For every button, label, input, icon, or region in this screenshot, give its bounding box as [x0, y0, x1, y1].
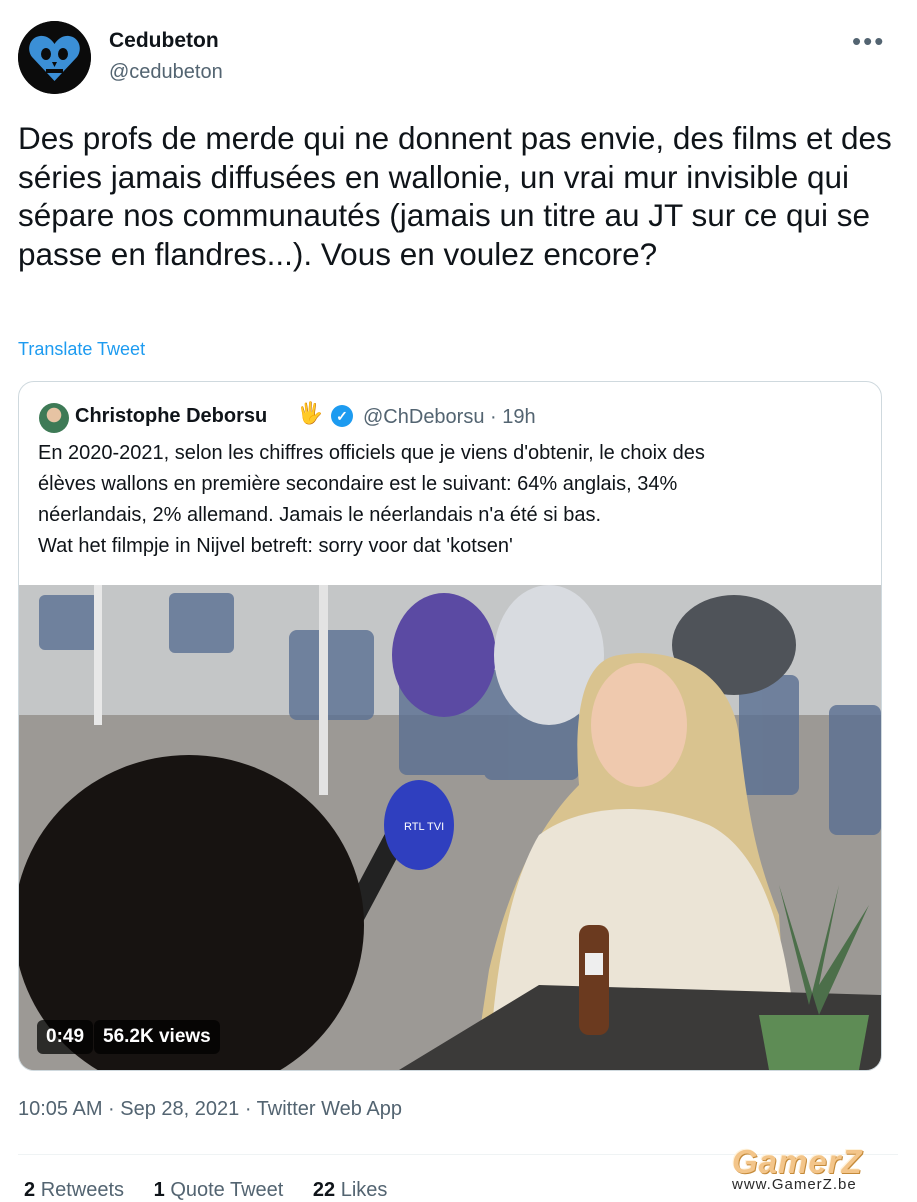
tweet-text: Des profs de merde qui ne donnent pas en… [18, 120, 892, 272]
video-views: 56.2K views [94, 1020, 220, 1054]
video-player[interactable]: RTL TVI 0:49 56.2K views [19, 585, 881, 1070]
quote-text-line: Wat het filmpje in Nijvel betreft: sorry… [38, 535, 513, 557]
quotes-count: 1 [153, 1179, 165, 1201]
quote-tweets-stat[interactable]: 1 Quote Tweet [154, 1179, 284, 1201]
quote-text-line: élèves wallons en première secondaire es… [38, 473, 678, 495]
quote-text: En 2020-2021, selon les chiffres officie… [38, 438, 868, 562]
watermark-url: www.GamerZ.be [732, 1176, 857, 1193]
video-frame: RTL TVI [19, 585, 881, 1070]
engagement-stats: 2 Retweets 1 Quote Tweet 22 Likes [24, 1179, 387, 1202]
quote-author-name[interactable]: Christophe Deborsu [75, 405, 267, 428]
raised-hand-emoji: 🖐 [297, 402, 324, 425]
verified-badge-icon: ✓ [331, 405, 353, 427]
retweets-label: Retweets [40, 1179, 125, 1201]
skull-heart-icon [18, 21, 91, 94]
likes-count: 22 [312, 1179, 336, 1201]
author-handle[interactable]: @cedubeton [109, 61, 223, 84]
quote-author-avatar[interactable] [39, 403, 69, 433]
retweets-count: 2 [24, 1179, 36, 1201]
tweet-meta[interactable]: 10:05 AM · Sep 28, 2021 · Twitter Web Ap… [18, 1098, 402, 1121]
quote-author-handle-time[interactable]: @ChDeborsu · 19h [363, 406, 536, 429]
mic-logo: RTL TVI [404, 821, 444, 833]
likes-stat[interactable]: 22 Likes [313, 1179, 388, 1201]
likes-label: Likes [340, 1179, 388, 1201]
retweets-stat[interactable]: 2 Retweets [24, 1179, 124, 1201]
quoted-tweet-card[interactable]: Christophe Deborsu 🖐 ✓ @ChDeborsu · 19h … [18, 381, 882, 1071]
translate-tweet-link[interactable]: Translate Tweet [18, 339, 145, 360]
quote-text-line: En 2020-2021, selon les chiffres officie… [38, 442, 705, 464]
video-duration: 0:49 [37, 1020, 94, 1054]
author-display-name[interactable]: Cedubeton [109, 29, 219, 53]
quote-text-line: néerlandais, 2% allemand. Jamais le néer… [38, 504, 602, 526]
more-icon[interactable]: ••• [852, 26, 885, 57]
author-avatar[interactable] [18, 21, 91, 94]
quotes-label: Quote Tweet [170, 1179, 284, 1201]
